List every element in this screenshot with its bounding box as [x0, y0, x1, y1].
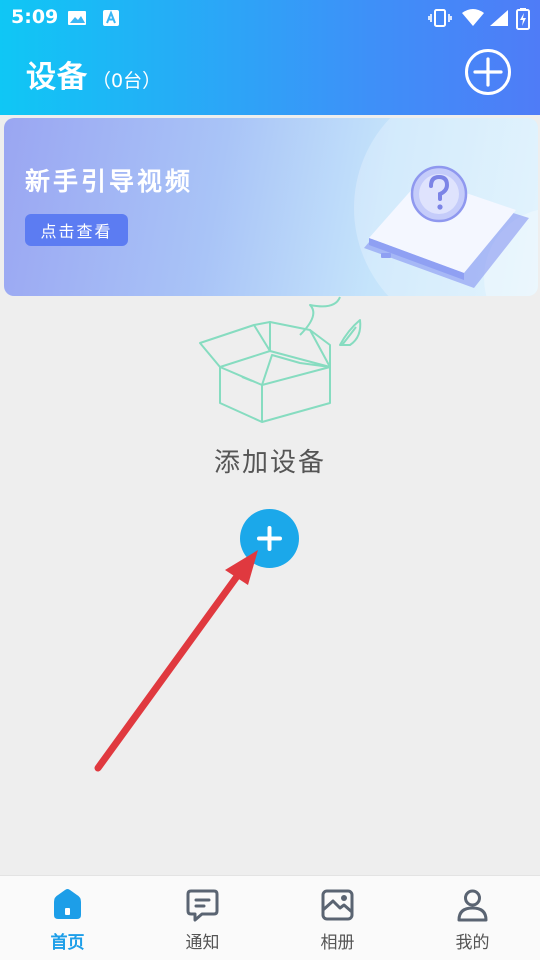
empty-box-icon: [199, 296, 362, 423]
tab-label: 首页: [50, 933, 85, 953]
add-device-button[interactable]: [240, 509, 299, 568]
image-notification-icon: [68, 11, 86, 25]
tab-album[interactable]: 相册: [270, 876, 405, 960]
app-notification-icon: [103, 10, 119, 26]
device-count: （0台）: [92, 70, 162, 92]
guide-video-banner[interactable]: 新手引导视频 点击查看: [4, 118, 538, 296]
signal-icon: [490, 10, 508, 26]
phone-question-illustration: [364, 165, 529, 288]
banner-title: 新手引导视频: [25, 167, 194, 196]
album-icon: [321, 889, 354, 921]
bottom-tab-bar: 首页 通知 相册 我的: [0, 875, 540, 960]
header: 5:09 设备 （0台）: [0, 0, 540, 115]
tab-label: 我的: [455, 933, 490, 953]
status-time: 5:09: [11, 6, 59, 28]
tab-home[interactable]: 首页: [0, 876, 135, 960]
tab-notifications[interactable]: 通知: [135, 876, 270, 960]
wifi-icon: [462, 9, 484, 26]
tab-profile[interactable]: 我的: [405, 876, 540, 960]
tab-label: 相册: [320, 933, 355, 953]
status-bar: 5:09: [0, 0, 540, 36]
battery-icon: [516, 8, 530, 30]
user-icon: [457, 889, 488, 922]
plus-icon: [473, 57, 503, 87]
message-icon: [186, 889, 219, 922]
add-device-label: 添加设备: [213, 448, 326, 478]
page-title: 设备: [26, 60, 88, 95]
view-button[interactable]: 点击查看: [25, 214, 128, 246]
add-device-header-button[interactable]: [465, 49, 511, 95]
home-icon: [54, 889, 81, 919]
page-title-group: 设备 （0台）: [26, 52, 161, 96]
tab-label: 通知: [185, 933, 220, 953]
plus-icon: [257, 526, 282, 551]
vibrate-icon: [428, 9, 452, 27]
